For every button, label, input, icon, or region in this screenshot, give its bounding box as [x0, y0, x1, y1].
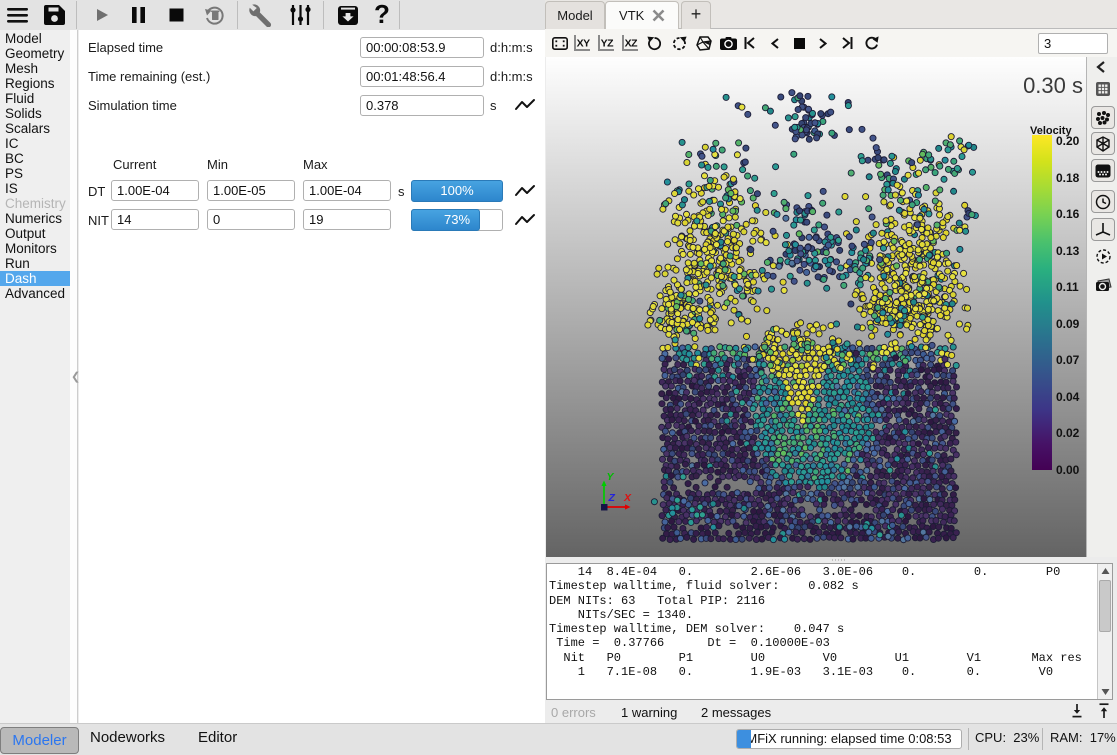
svg-text:YZ: YZ — [601, 38, 615, 50]
svg-text:Y: Y — [607, 471, 615, 483]
svg-text:X: X — [623, 492, 632, 504]
svg-text:Z: Z — [608, 492, 616, 504]
svg-text:XY: XY — [577, 38, 591, 50]
svg-text:XZ: XZ — [625, 38, 639, 50]
